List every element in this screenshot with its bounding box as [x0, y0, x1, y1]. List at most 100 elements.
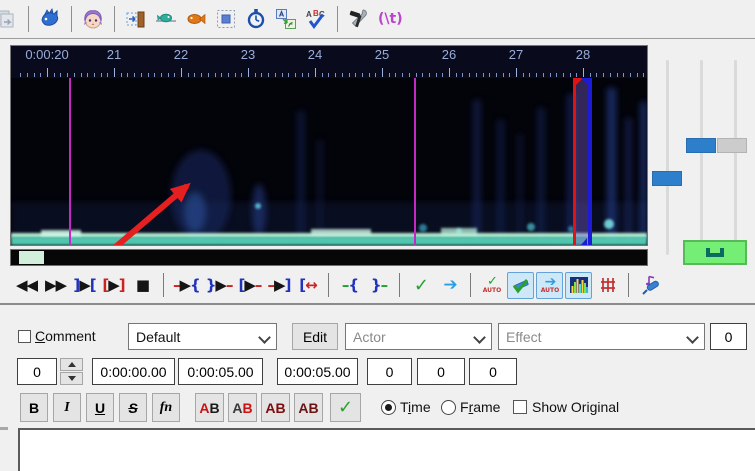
style-select[interactable]: Default — [128, 323, 277, 350]
ruler-label: 26 — [441, 47, 457, 62]
effect-combo[interactable]: Effect — [498, 323, 705, 350]
selection-square-button[interactable] — [211, 4, 241, 34]
auto-scroll-toggle[interactable]: ➔ AUTO — [536, 271, 564, 299]
go-to-selection-button[interactable]: ➔ — [436, 272, 463, 299]
italic-button[interactable]: I — [53, 393, 81, 422]
show-original-label[interactable]: Show Original — [532, 399, 619, 415]
play-last-500ms-button[interactable]: – ▶] — [265, 272, 292, 299]
teal-fish-icon — [156, 13, 176, 23]
blue-fish-icon — [41, 8, 59, 26]
ruler-label: 21 — [106, 47, 122, 62]
teal-fish-button[interactable] — [151, 4, 181, 34]
layer-spinner — [60, 358, 83, 385]
bold-button[interactable]: B — [20, 393, 48, 422]
start-time-field[interactable]: 0:00:00.00 — [92, 358, 175, 385]
play-prev-button[interactable]: ◀◀ — [13, 272, 40, 299]
duration-field[interactable]: 0:00:05.00 — [277, 358, 358, 385]
auto-commit-toggle[interactable]: ✓ AUTO — [478, 272, 505, 299]
margin-vertical-field[interactable]: 0 — [469, 358, 517, 385]
toolbar-separator — [628, 273, 630, 297]
stopwatch-button[interactable] — [241, 4, 271, 34]
audio-ruler: 0:00:20 21 22 23 24 25 26 27 28 — [11, 46, 647, 78]
toolbar-separator — [114, 6, 115, 32]
link-sliders-button[interactable] — [683, 240, 747, 265]
layer-spin-up-button[interactable] — [60, 358, 83, 371]
margin-right-field[interactable]: 0 — [417, 358, 465, 385]
volume-slider-thumb[interactable] — [686, 138, 716, 153]
shadow-color-button[interactable]: AB — [294, 393, 323, 422]
spellcheck-button[interactable]: A B C — [301, 4, 331, 34]
primary-color-button[interactable]: AB — [195, 393, 224, 422]
paste-lines-button[interactable] — [0, 4, 22, 34]
auto-next-toggle[interactable] — [507, 271, 535, 299]
tools-button[interactable] — [344, 4, 374, 34]
link-icon — [706, 248, 724, 257]
volume-slider-track[interactable] — [700, 60, 703, 255]
edit-style-button[interactable]: Edit — [292, 323, 338, 350]
comment-checkbox[interactable] — [18, 330, 31, 343]
audio-scrollbar[interactable] — [10, 249, 648, 266]
translate-boxes-button[interactable] — [271, 4, 301, 34]
anime-face-button[interactable] — [78, 4, 108, 34]
play-selection-button[interactable]: ] ▶[ — [71, 272, 98, 299]
audio-selection[interactable] — [573, 78, 592, 245]
stop-button[interactable]: ■ — [129, 272, 156, 299]
paste-lines-icon — [0, 10, 14, 28]
orange-fish-icon — [187, 13, 206, 25]
ruler-label: 24 — [307, 47, 323, 62]
ruler-label: 22 — [173, 47, 189, 62]
time-radio[interactable] — [381, 400, 396, 415]
orange-fish-button[interactable] — [181, 4, 211, 34]
audio-scrollbar-thumb[interactable] — [19, 251, 44, 264]
audio-display[interactable]: 0:00:20 21 22 23 24 25 26 27 28 — [10, 45, 648, 246]
commit-button[interactable]: ✓ — [407, 272, 434, 299]
ruler-label: 25 — [374, 47, 390, 62]
show-original-checkbox[interactable] — [513, 400, 527, 414]
layer-spin-down-button[interactable] — [60, 372, 83, 385]
commit-text-button[interactable]: ✓ — [330, 393, 361, 422]
time-radio-label[interactable]: Time — [400, 399, 431, 415]
door-arrow-button[interactable] — [121, 4, 151, 34]
end-time-field[interactable]: 0:00:05.00 — [178, 358, 263, 385]
audio-slider-panel — [650, 39, 755, 303]
play-500ms-before-button[interactable]: – ▶{ — [171, 272, 202, 299]
play-to-end-button[interactable]: [↔ — [294, 272, 321, 299]
selection-end-handle[interactable] — [581, 78, 588, 85]
add-lead-out-button[interactable]: } – — [365, 272, 392, 299]
medusa-timing-toggle[interactable] — [594, 272, 621, 299]
red-grid-icon — [600, 278, 615, 292]
ruler-label: 27 — [508, 47, 524, 62]
secondary-slider-track[interactable] — [734, 60, 737, 255]
underline-button[interactable]: U — [86, 393, 114, 422]
spectrum-mode-toggle[interactable] — [565, 271, 593, 299]
spectrogram-noise — [11, 88, 647, 245]
play-line-button[interactable]: [▶] — [100, 272, 127, 299]
keyframe-marker — [69, 78, 71, 245]
play-first-500ms-button[interactable]: [▶ – — [236, 272, 263, 299]
play-500ms-after-button[interactable]: } ▶ – — [204, 272, 235, 299]
frame-radio[interactable] — [441, 400, 456, 415]
outline-color-button[interactable]: AB — [261, 393, 290, 422]
secondary-slider-thumb[interactable] — [717, 138, 747, 153]
subtitle-text-input[interactable] — [18, 428, 755, 471]
ruler-label: 0:00:20 — [25, 47, 69, 62]
transform-tag-button[interactable]: (\t) — [374, 11, 407, 27]
blue-fish-button[interactable] — [35, 4, 65, 34]
layer-field[interactable]: 0 — [17, 358, 57, 385]
frame-radio-label[interactable]: Frame — [460, 399, 500, 415]
selection-square-icon — [217, 10, 235, 28]
chevron-down-icon — [258, 331, 271, 344]
actor-combo[interactable]: Actor — [345, 323, 492, 350]
secondary-color-button[interactable]: AB — [228, 393, 257, 422]
audio-toolbar: ◀◀ ▶▶ ] ▶[ [▶] ■ – ▶{ } ▶ – [▶ – – ▶] [↔ –{ } –… — [12, 270, 712, 300]
font-face-button[interactable]: fn — [152, 393, 180, 422]
strikeout-button[interactable]: S — [119, 393, 147, 422]
vertical-zoom-slider-thumb[interactable] — [652, 171, 682, 186]
toolbar-separator — [337, 6, 338, 32]
splitter-handle[interactable] — [0, 427, 8, 430]
add-lead-in-button[interactable]: –{ — [336, 272, 363, 299]
margin-left-field[interactable]: 0 — [367, 358, 412, 385]
play-next-button[interactable]: ▶▶ — [42, 272, 69, 299]
vertical-zoom-slider-track[interactable] — [666, 60, 669, 255]
spectrogram-canvas[interactable] — [11, 78, 647, 245]
